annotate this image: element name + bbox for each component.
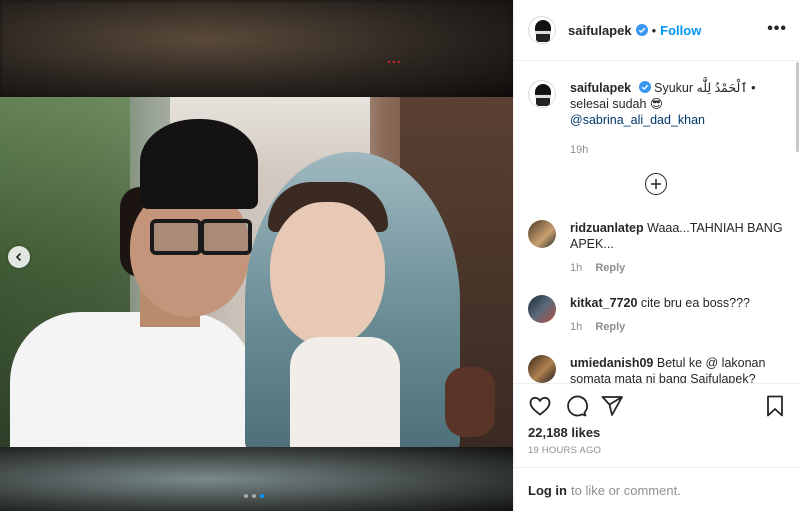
avatar[interactable] [528,80,556,108]
blurred-background-bottom [0,447,513,511]
blurred-background-top [0,0,513,98]
comment-item: umiedanish09 Betul ke @ lakonan somata m… [528,355,785,383]
load-more-comments-button[interactable] [645,173,667,195]
comment-age[interactable]: 1h [570,262,582,274]
carousel-dot [244,494,248,498]
caption: saifulapek Syukur ٱلْحَمْدُ لِلَّٰه • se… [528,80,770,158]
comment-age[interactable]: 1h [570,321,582,333]
chevron-left-icon [15,252,22,262]
wedding-photo [0,97,513,447]
previous-photo-button[interactable] [8,246,30,268]
comment-item: kitkat_7720 cite bru ea boss??? 1h Reply [528,295,785,335]
caption-username[interactable]: saifulapek [570,81,631,95]
share-icon[interactable] [600,394,624,418]
comment-item: ridzuanlatep Waaa...TAHNIAH BANG APEK...… [528,220,785,276]
likes-count[interactable]: 22,188 likes [528,425,600,440]
post-actions: 22,188 likes 19 HOURS AGO Log in to like… [514,383,800,511]
avatar[interactable] [528,355,556,383]
login-link[interactable]: Log in [528,483,567,498]
avatar[interactable] [528,295,556,323]
caption-age[interactable]: 19h [570,144,588,156]
carousel-indicator [244,494,264,498]
avatar[interactable] [528,220,556,248]
verified-badge-icon [638,81,651,93]
more-options-button[interactable]: ••• [767,20,787,38]
post-header: saifulapek • Follow ••• [514,0,800,61]
verified-badge-icon [635,24,648,36]
login-prompt: Log in to like or comment. [514,467,800,511]
post-side-panel: saifulapek • Follow ••• saifulapek Syuku… [513,0,800,511]
comment-icon[interactable] [564,394,588,418]
post-timestamp[interactable]: 19 HOURS AGO [528,445,601,456]
red-dots-mark: ... [387,50,402,66]
plus-circle-icon [651,179,661,189]
avatar[interactable] [528,16,556,44]
heart-icon[interactable] [528,394,552,418]
author-username[interactable]: saifulapek [568,23,632,38]
comments-section[interactable]: saifulapek Syukur ٱلْحَمْدُ لِلَّٰه • se… [514,61,800,383]
carousel-dot [252,494,256,498]
comments-scrollbar[interactable] [796,62,799,152]
bookmark-icon[interactable] [763,394,787,418]
comment-text: cite bru ea boss??? [640,296,751,310]
reply-button[interactable]: Reply [595,262,625,274]
comment-username[interactable]: umiedanish09 [570,356,653,370]
post-media[interactable]: ... [0,0,513,511]
songkok-hat [140,119,258,209]
comment-username[interactable]: kitkat_7720 [570,296,637,310]
carousel-dot-active [260,494,264,498]
comment-username[interactable]: ridzuanlatep [570,221,644,235]
caption-mention-link[interactable]: @sabrina_ali_dad_khan [570,113,705,127]
follow-button[interactable]: Follow [660,23,701,38]
reply-button[interactable]: Reply [595,321,625,333]
login-prompt-text: to like or comment. [571,482,681,498]
separator-dot: • [651,22,657,38]
